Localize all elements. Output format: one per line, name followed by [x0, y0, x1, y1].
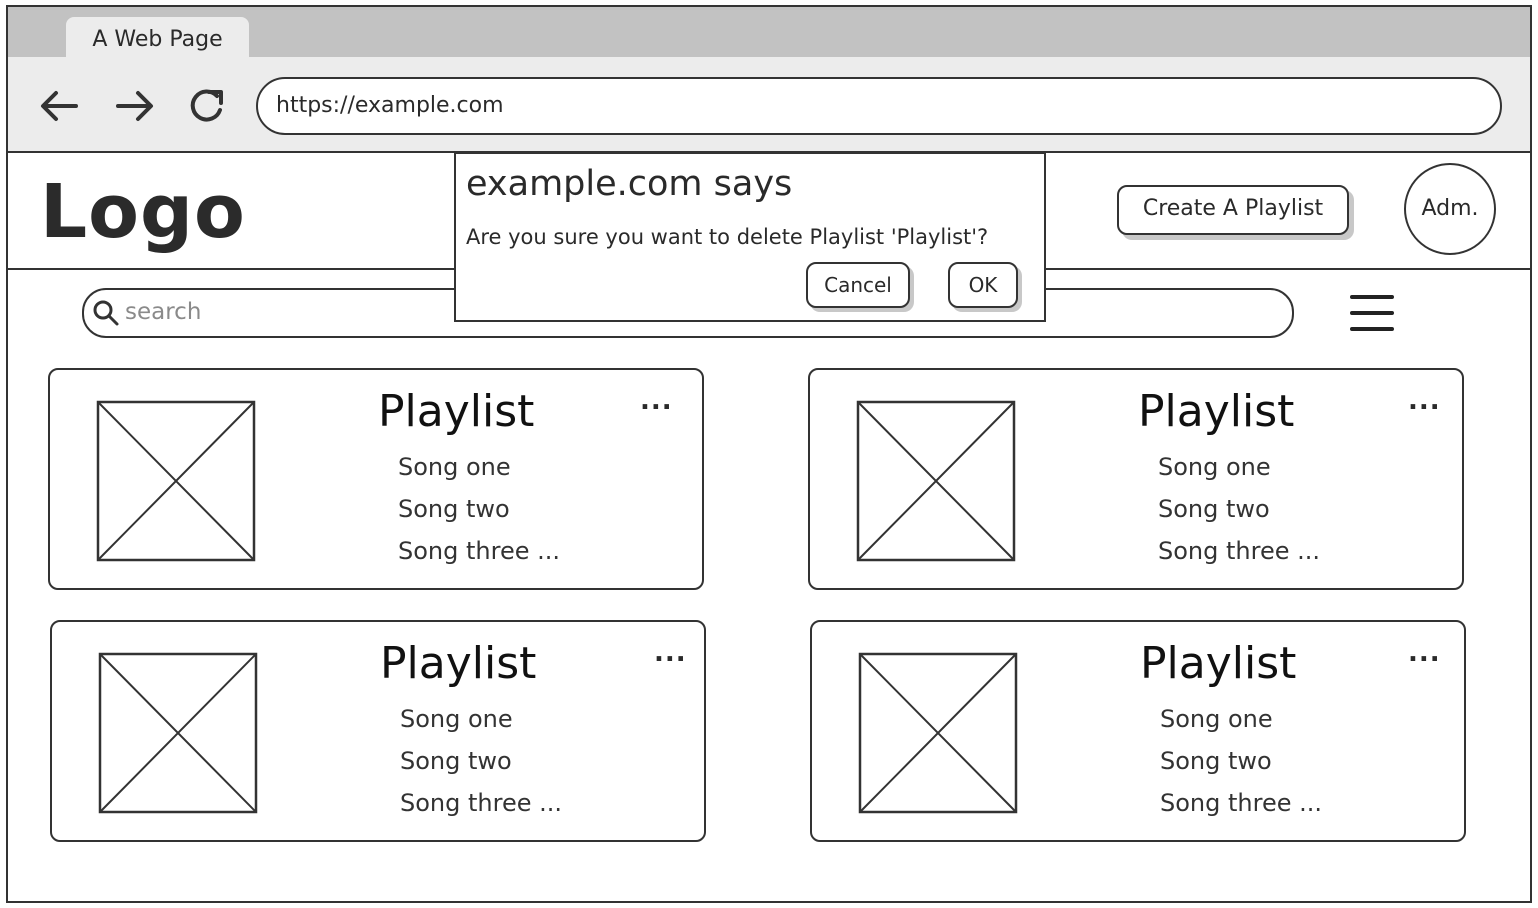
- song-item: Song one: [398, 453, 511, 481]
- forward-arrow-icon[interactable]: [110, 84, 158, 128]
- search-input[interactable]: [125, 292, 425, 332]
- back-arrow-icon[interactable]: [36, 84, 84, 128]
- song-item: Song two: [1160, 747, 1272, 775]
- more-options-icon[interactable]: ...: [1408, 640, 1441, 666]
- more-options-icon[interactable]: ...: [654, 640, 687, 666]
- playlist-card[interactable]: Playlist ... Song one Song two Song thre…: [50, 620, 706, 842]
- more-options-icon[interactable]: ...: [640, 388, 673, 414]
- playlist-card[interactable]: Playlist ... Song one Song two Song thre…: [808, 368, 1464, 590]
- dialog-title: example.com says: [466, 164, 793, 204]
- song-item: Song three ...: [400, 789, 562, 817]
- search-icon: [93, 300, 119, 326]
- song-item: Song three ...: [1158, 537, 1320, 565]
- song-item: Song two: [1158, 495, 1270, 523]
- song-item: Song one: [1160, 705, 1273, 733]
- image-placeholder-icon: [98, 652, 258, 814]
- playlist-card[interactable]: Playlist ... Song one Song two Song thre…: [810, 620, 1466, 842]
- playlist-card[interactable]: Playlist ... Song one Song two Song thre…: [48, 368, 704, 590]
- reload-icon[interactable]: [183, 84, 231, 128]
- create-playlist-button[interactable]: Create A Playlist: [1117, 185, 1349, 235]
- image-placeholder-icon: [96, 400, 256, 562]
- address-bar[interactable]: https://example.com: [256, 77, 1502, 135]
- playlist-title: Playlist: [378, 386, 535, 437]
- song-item: Song two: [400, 747, 512, 775]
- dialog-message: Are you sure you want to delete Playlist…: [466, 225, 989, 249]
- avatar[interactable]: Adm.: [1404, 163, 1496, 255]
- playlist-title: Playlist: [380, 638, 537, 689]
- ok-button[interactable]: OK: [948, 262, 1018, 308]
- song-item: Song three ...: [398, 537, 560, 565]
- song-item: Song one: [1158, 453, 1271, 481]
- image-placeholder-icon: [858, 652, 1018, 814]
- more-options-icon[interactable]: ...: [1408, 388, 1441, 414]
- song-item: Song one: [400, 705, 513, 733]
- browser-tab[interactable]: A Web Page: [66, 17, 249, 59]
- logo: Logo: [40, 169, 246, 255]
- playlist-title: Playlist: [1138, 386, 1295, 437]
- song-item: Song three ...: [1160, 789, 1322, 817]
- playlist-title: Playlist: [1140, 638, 1297, 689]
- hamburger-menu-icon[interactable]: [1350, 294, 1394, 332]
- song-item: Song two: [398, 495, 510, 523]
- cancel-button[interactable]: Cancel: [806, 262, 910, 308]
- image-placeholder-icon: [856, 400, 1016, 562]
